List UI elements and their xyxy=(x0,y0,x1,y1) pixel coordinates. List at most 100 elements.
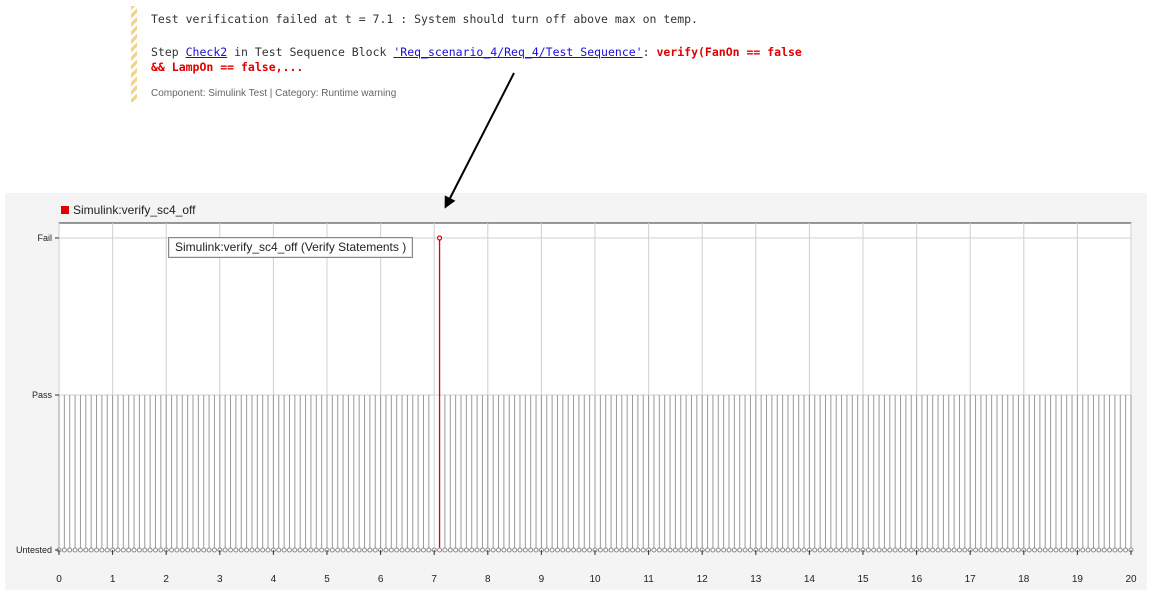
sample-marker xyxy=(1032,547,1038,553)
sample-marker xyxy=(174,547,180,553)
sample-marker xyxy=(742,547,748,553)
sample-marker xyxy=(737,547,743,553)
sample-marker xyxy=(549,547,555,553)
sample-marker xyxy=(276,547,282,553)
x-tick-label: 8 xyxy=(485,574,491,585)
sample-marker xyxy=(989,547,995,553)
sample-marker xyxy=(619,547,625,553)
sample-marker xyxy=(876,547,882,553)
x-tick-label: 15 xyxy=(857,574,869,585)
sample-marker xyxy=(597,547,603,553)
sample-marker xyxy=(404,547,410,553)
sample-marker xyxy=(892,547,898,553)
sample-marker xyxy=(211,547,217,553)
x-tick-label: 2 xyxy=(163,574,169,585)
sample-marker xyxy=(1117,547,1123,553)
x-tick-label: 20 xyxy=(1125,574,1137,585)
x-tick-label: 12 xyxy=(697,574,709,585)
sample-marker xyxy=(313,547,319,553)
sample-marker xyxy=(962,547,968,553)
sample-marker xyxy=(560,547,566,553)
sample-marker xyxy=(1090,547,1096,553)
sample-marker xyxy=(630,547,636,553)
sample-marker xyxy=(72,547,78,553)
sample-marker xyxy=(474,547,480,553)
sample-marker xyxy=(983,547,989,553)
x-tick-label: 13 xyxy=(750,574,762,585)
sample-marker xyxy=(672,547,678,553)
sample-marker xyxy=(201,547,207,553)
sample-marker xyxy=(260,547,266,553)
sample-marker xyxy=(329,547,335,553)
x-tick-label: 5 xyxy=(324,574,330,585)
sample-marker xyxy=(812,547,818,553)
fail-marker xyxy=(436,235,443,241)
sample-marker xyxy=(83,547,89,553)
sample-marker xyxy=(244,547,250,553)
sample-marker xyxy=(978,547,984,553)
sample-marker xyxy=(1112,547,1118,553)
sample-marker xyxy=(930,547,936,553)
x-tick-label: 4 xyxy=(271,574,277,585)
sample-marker xyxy=(169,547,175,553)
sample-marker xyxy=(388,547,394,553)
sample-marker xyxy=(1123,547,1129,553)
x-tick-label: 6 xyxy=(378,574,384,585)
sample-marker xyxy=(437,547,443,553)
sample-marker xyxy=(758,547,764,553)
sample-marker xyxy=(603,547,609,553)
sample-marker xyxy=(613,547,619,553)
sample-marker xyxy=(308,547,314,553)
verify-chart[interactable]: 0 1 2 3 4 5 6 7 8 9 10 11 12 13 14 15 16 17 18 19 20Untested… xyxy=(0,0,1157,595)
sample-marker xyxy=(764,547,770,553)
sample-marker xyxy=(458,547,464,553)
sample-marker xyxy=(94,547,100,553)
sample-marker xyxy=(115,547,121,553)
sample-marker xyxy=(656,547,662,553)
annotation-arrow xyxy=(444,72,515,209)
sample-marker xyxy=(1080,547,1086,553)
sample-marker xyxy=(822,547,828,553)
sample-marker xyxy=(1037,547,1043,553)
sample-marker xyxy=(565,547,571,553)
sample-marker xyxy=(265,547,271,553)
sample-marker xyxy=(131,547,137,553)
signal-tooltip: Simulink:verify_sc4_off (Verify Statemen… xyxy=(168,237,414,258)
sample-marker xyxy=(190,547,196,553)
sample-marker xyxy=(152,547,158,553)
sample-marker xyxy=(865,547,871,553)
x-tick-label: 14 xyxy=(804,574,816,585)
sample-marker xyxy=(839,547,845,553)
sample-marker xyxy=(1042,547,1048,553)
x-tick-label: 18 xyxy=(1018,574,1030,585)
sample-marker xyxy=(120,547,126,553)
sample-marker xyxy=(228,547,234,553)
sample-marker xyxy=(940,547,946,553)
sample-marker xyxy=(705,547,711,553)
sample-marker xyxy=(490,547,496,553)
sample-marker xyxy=(1069,547,1075,553)
x-tick-label: 10 xyxy=(589,574,601,585)
sample-marker xyxy=(571,547,577,553)
y-tick-label: Pass xyxy=(32,390,53,400)
sample-marker xyxy=(801,547,807,553)
sample-marker xyxy=(356,547,362,553)
sample-marker xyxy=(956,547,962,553)
x-tick-label: 1 xyxy=(110,574,116,585)
sample-marker xyxy=(1005,547,1011,553)
sample-marker xyxy=(447,547,453,553)
sample-marker xyxy=(855,547,861,553)
sample-marker xyxy=(587,547,593,553)
sample-marker xyxy=(946,547,952,553)
sample-marker xyxy=(383,547,389,553)
sample-marker xyxy=(340,547,346,553)
sample-marker xyxy=(399,547,405,553)
sample-marker xyxy=(319,547,325,553)
x-tick-label: 0 xyxy=(56,574,62,585)
sample-marker xyxy=(973,547,979,553)
sample-marker xyxy=(817,547,823,553)
sample-marker xyxy=(426,547,432,553)
sample-marker xyxy=(179,547,185,553)
sample-marker xyxy=(924,547,930,553)
sample-marker xyxy=(303,547,309,553)
